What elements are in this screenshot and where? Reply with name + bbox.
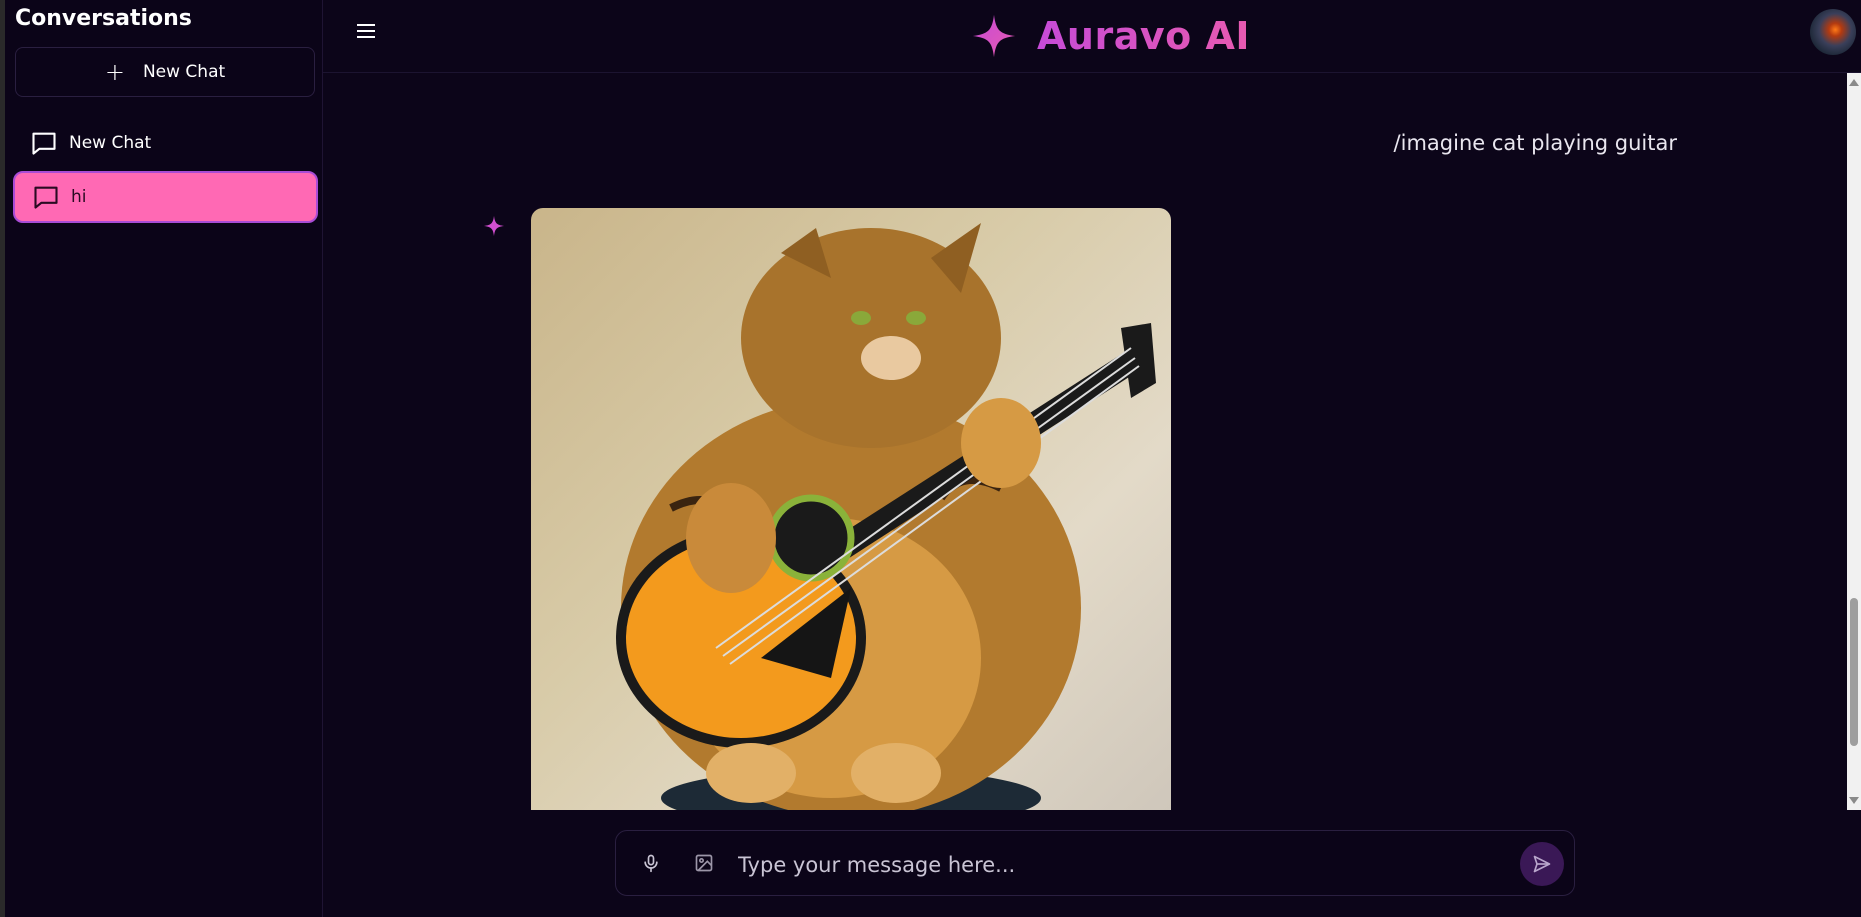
sidebar-item-label: hi <box>71 187 87 207</box>
message-input[interactable] <box>736 845 1540 885</box>
sparkle-icon <box>483 215 505 237</box>
sparkle-icon <box>972 14 1016 58</box>
microphone-icon[interactable] <box>641 852 661 874</box>
image-icon[interactable] <box>694 853 714 873</box>
send-button[interactable] <box>1520 842 1564 886</box>
sidebar-item-new-chat[interactable]: New Chat <box>13 117 318 169</box>
scroll-down-icon[interactable] <box>1849 797 1859 804</box>
new-chat-button-label: New Chat <box>142 62 226 82</box>
user-message: /imagine cat playing guitar <box>1393 131 1677 155</box>
brand: Auravo AI <box>971 6 1250 66</box>
send-icon <box>1533 855 1551 873</box>
chat-bubble-icon <box>32 132 56 155</box>
header: Auravo AI <box>323 0 1861 73</box>
sidebar-item-label: New Chat <box>69 133 152 153</box>
new-chat-button[interactable]: + New Chat <box>15 47 315 97</box>
plus-icon: + <box>104 58 125 86</box>
chat-area: /imagine cat playing guitar <box>323 73 1847 810</box>
sidebar-item-hi[interactable]: hi <box>13 171 318 223</box>
cat-guitar-illustration <box>616 223 1156 810</box>
hamburger-icon[interactable] <box>353 20 379 46</box>
sidebar-title: Conversations <box>15 6 192 31</box>
message-composer <box>615 830 1575 896</box>
scrollbar-thumb[interactable] <box>1850 598 1858 746</box>
avatar[interactable] <box>1810 9 1856 55</box>
generated-image <box>531 208 1171 810</box>
scroll-up-icon[interactable] <box>1849 79 1859 86</box>
chat-scrollbar[interactable] <box>1847 73 1861 810</box>
brand-name: Auravo AI <box>1037 14 1250 58</box>
sidebar: Conversations + New Chat New Chat hi <box>0 0 323 917</box>
chat-bubble-icon <box>34 186 58 209</box>
